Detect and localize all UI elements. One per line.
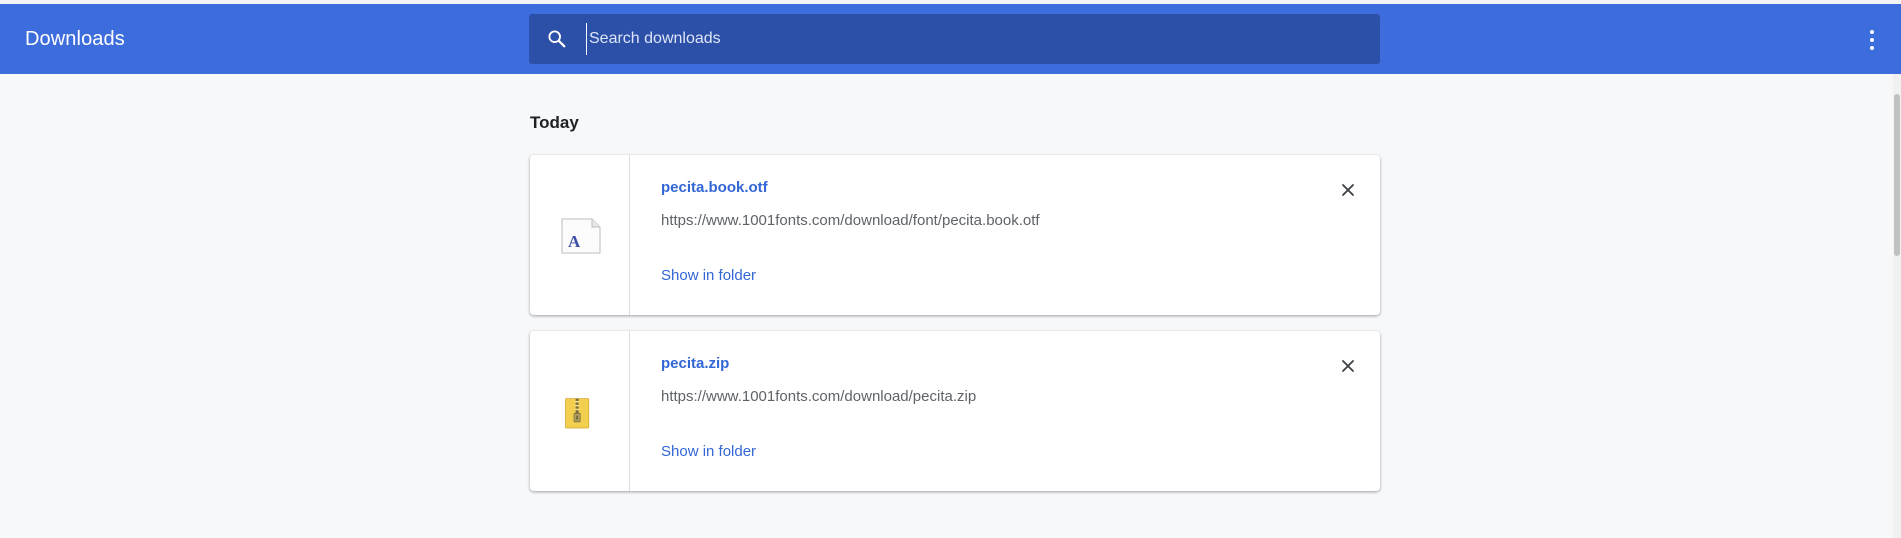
show-in-folder-link[interactable]: Show in folder xyxy=(661,443,756,460)
more-vert-dot xyxy=(1870,46,1874,50)
more-options-button[interactable] xyxy=(1860,24,1884,56)
show-in-folder-link[interactable]: Show in folder xyxy=(661,267,756,284)
downloads-toolbar: Downloads xyxy=(0,4,1901,74)
page-title: Downloads xyxy=(25,28,125,50)
source-url: https://www.1001fonts.com/download/pecit… xyxy=(661,388,977,405)
close-icon[interactable] xyxy=(1337,179,1359,201)
date-section-title: Today xyxy=(530,113,579,132)
search-input[interactable] xyxy=(586,23,1356,55)
zip-file-icon xyxy=(565,398,590,429)
file-icon-panel xyxy=(530,331,630,491)
file-icon-panel: A xyxy=(530,155,630,315)
svg-text:A: A xyxy=(568,232,581,251)
download-details: pecita.book.otf https://www.1001fonts.co… xyxy=(661,155,1341,315)
vertical-scrollbar[interactable] xyxy=(1893,74,1901,538)
font-file-icon: A xyxy=(561,218,601,254)
more-vert-icon xyxy=(1870,30,1874,34)
scrollbar-thumb[interactable] xyxy=(1894,94,1900,256)
download-details: pecita.zip https://www.1001fonts.com/dow… xyxy=(661,331,1341,491)
more-vert-dot xyxy=(1870,38,1874,42)
source-url: https://www.1001fonts.com/download/font/… xyxy=(661,212,1040,229)
file-name-link[interactable]: pecita.book.otf xyxy=(661,179,768,196)
downloads-page: Downloads Today A pec xyxy=(0,0,1901,538)
file-name-link[interactable]: pecita.zip xyxy=(661,355,729,372)
close-icon[interactable] xyxy=(1337,355,1359,377)
download-item: pecita.zip https://www.1001fonts.com/dow… xyxy=(530,331,1380,491)
download-item: A pecita.book.otf https://www.1001fonts.… xyxy=(530,155,1380,315)
search-icon[interactable] xyxy=(546,28,568,50)
search-box[interactable] xyxy=(529,14,1380,64)
